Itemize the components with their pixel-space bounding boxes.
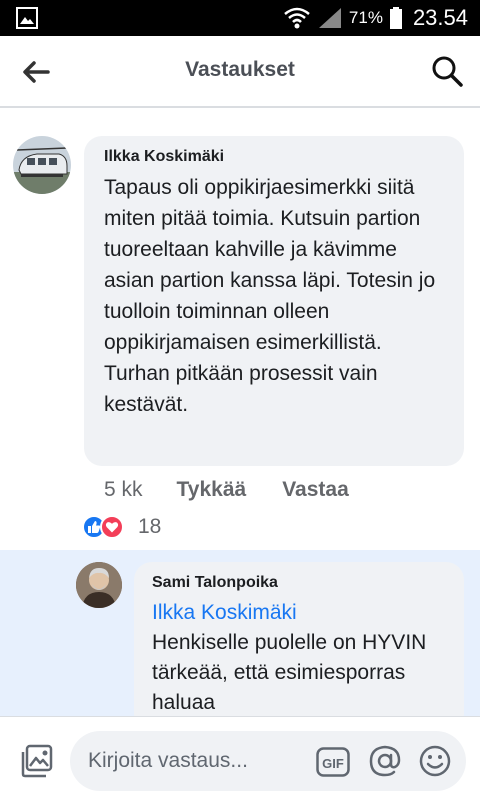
comment-text: Tapaus oli oppikirjaesimerkki siitä mite…	[104, 176, 436, 416]
search-icon[interactable]	[430, 54, 464, 88]
comment-bubble[interactable]: Ilkka Koskimäki Tapaus oli oppikirjaesim…	[84, 136, 464, 466]
page-title: Vastaukset	[185, 58, 295, 81]
love-reaction-icon	[100, 515, 124, 539]
mention-icon[interactable]	[368, 744, 402, 778]
reaction-summary[interactable]: 18	[82, 515, 161, 539]
comment-timestamp[interactable]: 5 kk	[104, 478, 143, 502]
avatar[interactable]	[13, 136, 71, 194]
signal-icon	[318, 8, 341, 28]
gallery-icon	[16, 7, 38, 29]
comment: Ilkka Koskimäki Tapaus oli oppikirjaesim…	[0, 110, 480, 550]
comment-author[interactable]: Ilkka Koskimäki	[104, 148, 446, 166]
battery-icon	[389, 7, 402, 29]
reply-input-placeholder: Kirjoita vastaus...	[88, 749, 248, 772]
reply-composer: Kirjoita vastaus... GIF	[0, 716, 480, 800]
gif-icon[interactable]: GIF	[316, 747, 350, 777]
battery-percent: 71%	[348, 8, 383, 27]
reaction-count: 18	[138, 515, 162, 538]
reply-input[interactable]: Kirjoita vastaus... GIF	[70, 731, 466, 791]
emoji-icon[interactable]	[418, 744, 452, 778]
comment-bubble[interactable]: Sami Talonpoika Ilkka Koskimäki Henkisel…	[134, 562, 464, 732]
top-app-bar: Vastaukset	[0, 36, 480, 108]
photo-icon[interactable]	[20, 744, 54, 778]
avatar[interactable]	[76, 562, 122, 608]
reply-button[interactable]: Vastaa	[282, 478, 349, 502]
comment-author[interactable]: Sami Talonpoika	[152, 574, 450, 592]
like-button[interactable]: Tykkää	[177, 478, 247, 502]
mention-link[interactable]: Ilkka Koskimäki	[152, 598, 450, 628]
comment-text: Henkiselle puolelle on HYVIN tärkeää, et…	[152, 631, 427, 714]
clock: 23.54	[412, 5, 468, 30]
gif-label: GIF	[322, 756, 344, 771]
comment-actions: 5 kk Tykkää Vastaa	[104, 478, 349, 502]
reply-comment: Sami Talonpoika Ilkka Koskimäki Henkisel…	[0, 550, 480, 732]
status-bar: 71% 23.54	[0, 0, 480, 36]
wifi-icon	[284, 7, 310, 29]
